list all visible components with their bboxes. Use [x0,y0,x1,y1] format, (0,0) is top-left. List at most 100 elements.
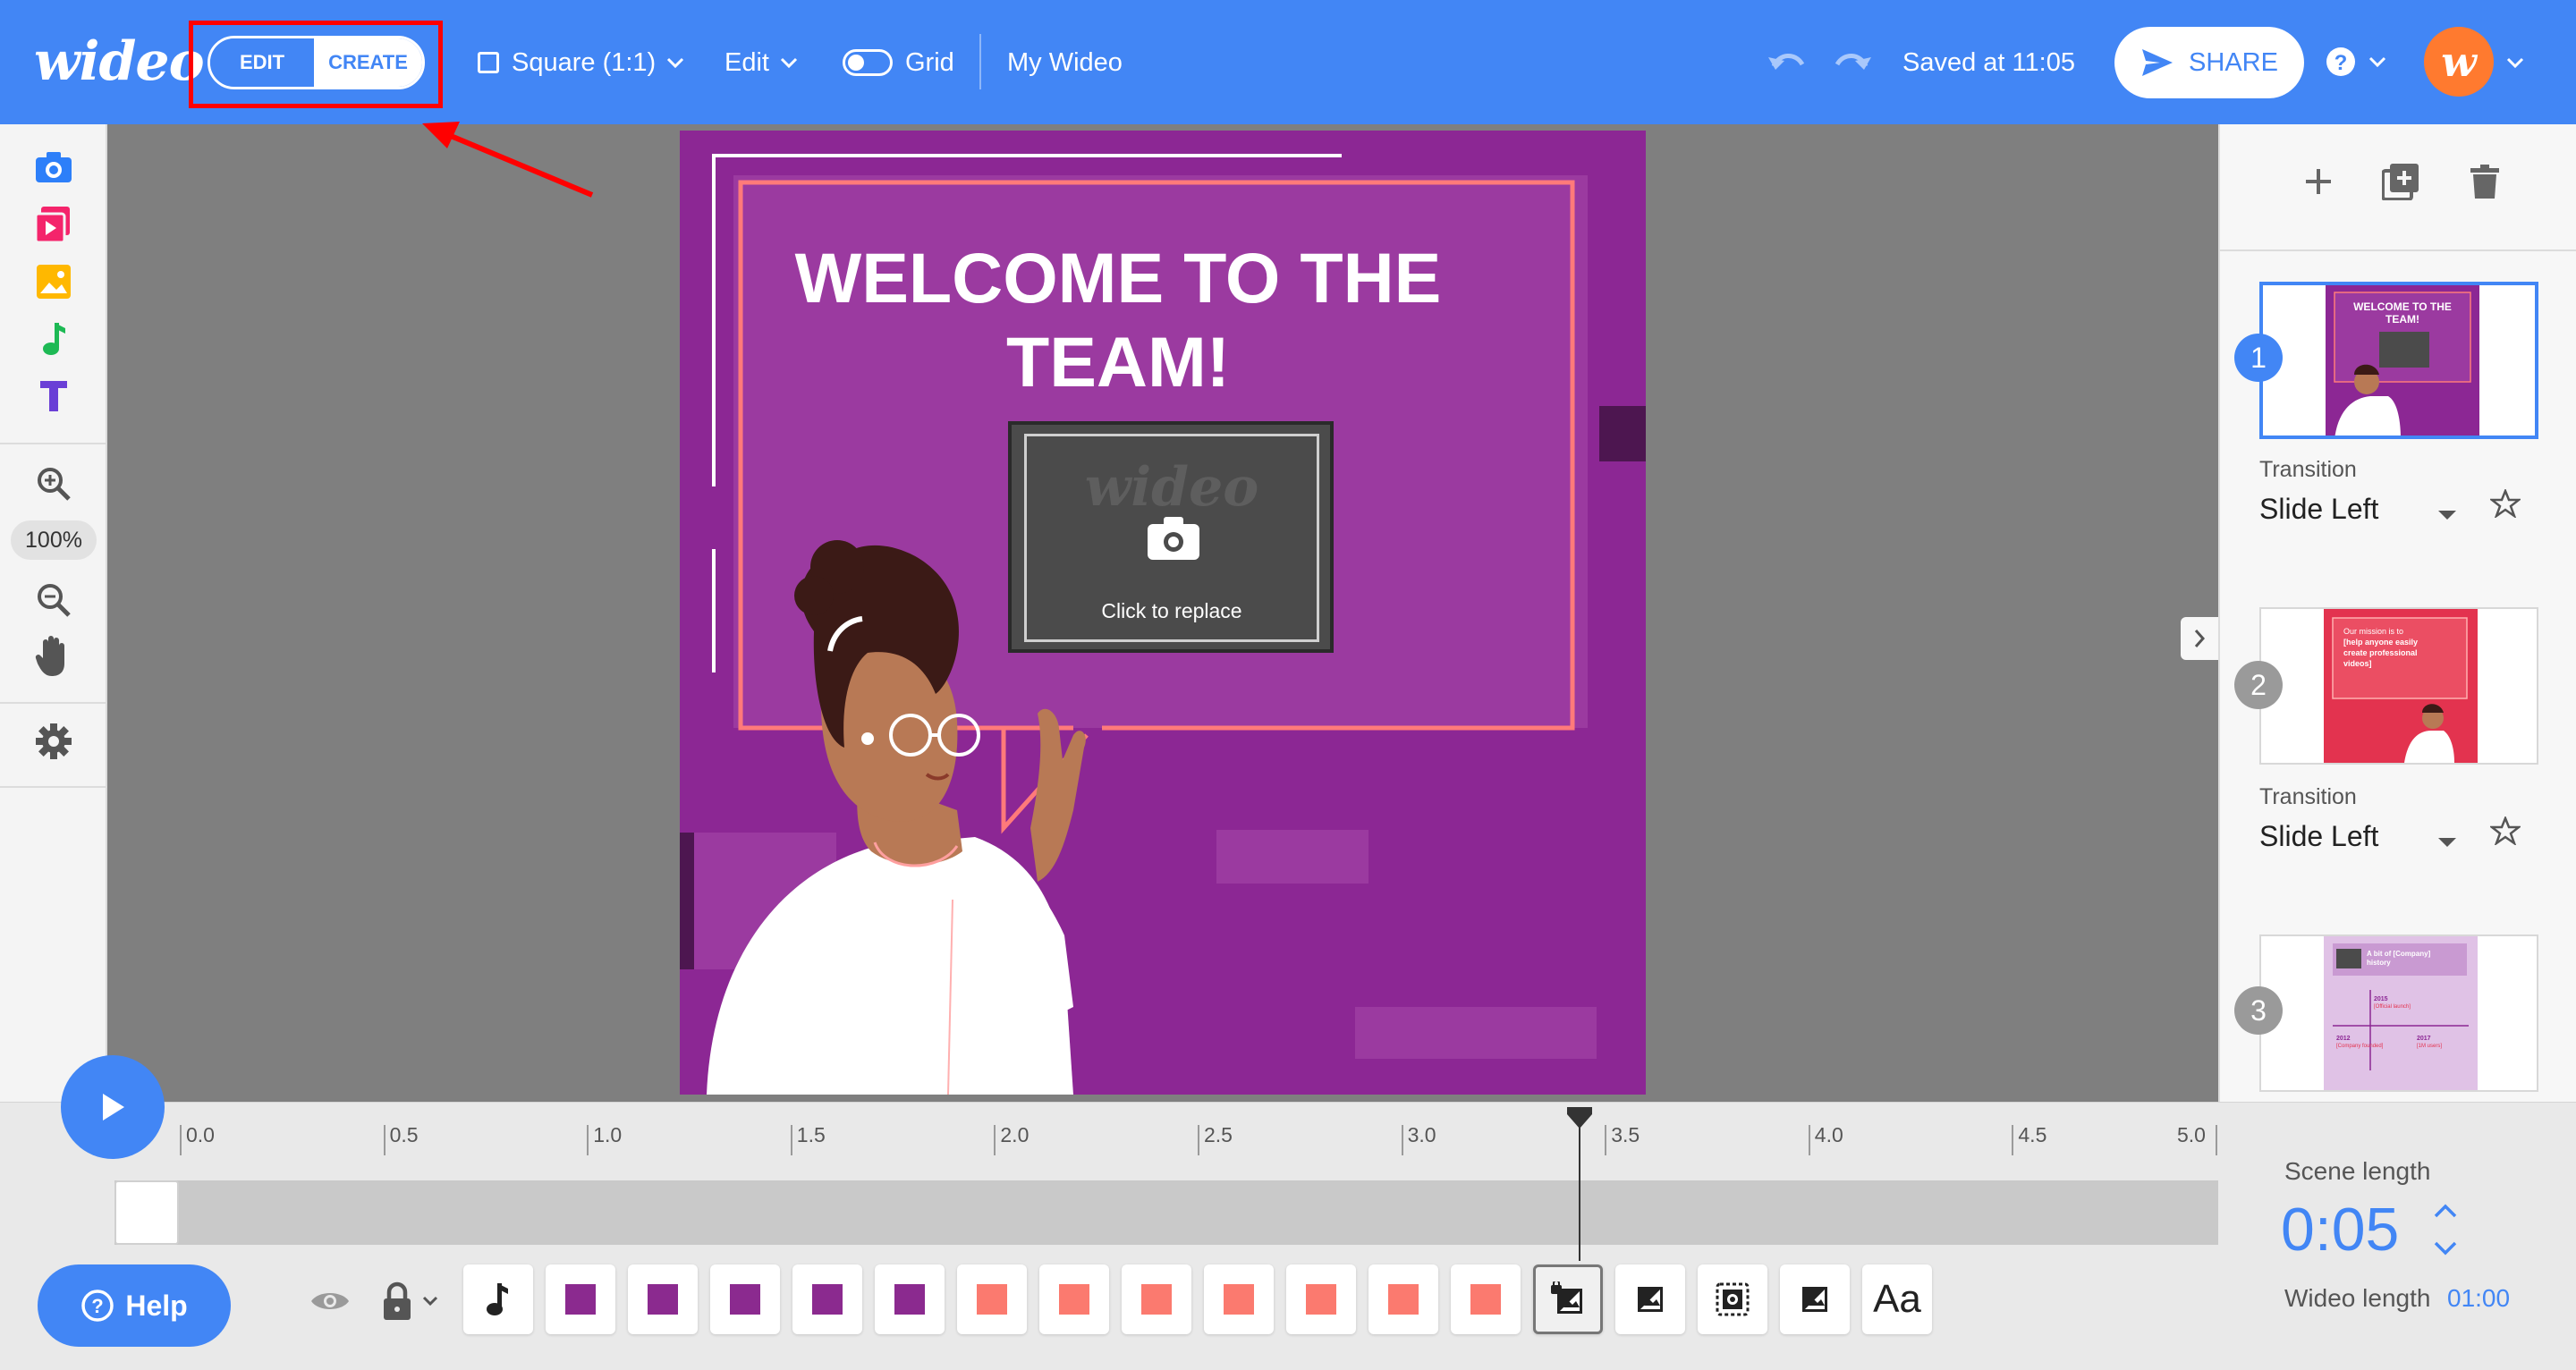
mode-create-button[interactable]: CREATE [314,38,422,87]
scene-thumbnail-3-preview: A bit of [Company] history 2015 [Officia… [2324,936,2478,1090]
undo-icon[interactable] [1767,47,1808,77]
send-icon [2142,49,2174,76]
plus-icon [2306,169,2331,194]
play-button[interactable] [61,1055,165,1159]
help-button[interactable]: ? Help [38,1264,231,1347]
timeline-tick-label: 3.0 [1407,1123,1436,1146]
svg-text:2017: 2017 [2417,1036,2431,1042]
playhead-handle[interactable] [1565,1105,1594,1130]
layer-shape-coral[interactable] [1122,1264,1191,1334]
camera-tool[interactable] [32,146,75,189]
project-title[interactable]: My Wideo [1007,43,1123,82]
redo-icon[interactable] [1832,47,1873,77]
layer-shape-coral[interactable] [957,1264,1027,1334]
image-locked-icon [1550,1281,1586,1317]
layer-swatch [1224,1284,1254,1315]
visibility-toggle[interactable] [309,1277,351,1325]
duplicate-scene-button[interactable] [2379,160,2422,203]
layer-text[interactable]: Aa [1862,1264,1932,1334]
format-dropdown[interactable]: Square (1:1) [478,43,684,82]
delete-scene-button[interactable] [2463,160,2506,203]
layer-shape-purple[interactable] [792,1264,862,1334]
layer-shape-purple[interactable] [628,1264,698,1334]
scene-thumbnail-3[interactable]: A bit of [Company] history 2015 [Officia… [2259,934,2538,1092]
grid-toggle[interactable]: Grid [843,43,954,82]
layer-shape-coral[interactable] [1368,1264,1438,1334]
share-button[interactable]: SHARE [2114,27,2304,98]
layer-shape-purple[interactable] [710,1264,780,1334]
music-tool[interactable] [32,317,75,360]
scene-length-stepper[interactable] [2433,1202,2458,1264]
layer-text-label: Aa [1873,1277,1921,1321]
star-icon[interactable] [2490,489,2521,518]
layer-shape-coral[interactable] [1286,1264,1356,1334]
playhead-line [1579,1118,1580,1261]
wideo-length-value[interactable]: 01:00 [2447,1284,2510,1313]
duplicate-icon [2382,164,2419,200]
star-icon[interactable] [2490,816,2521,845]
chevron-down-icon [422,1296,438,1307]
mode-edit-button[interactable]: EDIT [210,38,314,87]
image-tool[interactable] [32,260,75,303]
scene-thumbnail-1-preview: WELCOME TO THE TEAM! [2326,285,2479,436]
scene-thumbnail-2[interactable]: Our mission is to [help anyone easily cr… [2259,607,2538,765]
svg-text:TEAM!: TEAM! [2385,313,2419,326]
zoom-level[interactable]: 100% [11,520,97,560]
caret-down-icon[interactable] [2438,511,2456,520]
scene-canvas[interactable]: WELCOME TO THE TEAM! wideo Click to repl… [680,131,1646,1095]
left-toolbar: 100% [0,124,107,1102]
timeline-track[interactable] [114,1180,2218,1245]
timeline-tick [1198,1125,1199,1155]
layer-shape-coral[interactable] [1039,1264,1109,1334]
scene-length-value[interactable]: 0:05 [2281,1195,2399,1264]
panel-collapse-button[interactable] [2181,617,2218,660]
chevron-down-icon [780,57,798,68]
chevron-down-icon [2368,56,2386,67]
layer-shape-coral[interactable] [1204,1264,1274,1334]
format-label: Square (1:1) [512,47,657,77]
edit-menu[interactable]: Edit [724,43,798,82]
panel-divider [2220,249,2576,251]
chevron-down-icon[interactable] [2506,57,2524,68]
toolbar-divider [0,702,107,704]
grid-switch[interactable] [843,49,893,76]
saved-status: Saved at 11:05 [1902,47,2075,77]
settings-button[interactable] [32,720,75,763]
help-menu[interactable]: ? [2326,47,2386,77]
caret-down-icon[interactable] [2438,838,2456,847]
toolbar-divider [979,34,981,89]
share-label: SHARE [2189,47,2278,77]
scene-title[interactable]: WELCOME TO THE TEAM! [769,236,1467,404]
add-scene-button[interactable] [2297,160,2340,203]
chevron-right-icon [2194,630,2206,647]
layer-shape-coral[interactable] [1451,1264,1521,1334]
transition-select[interactable]: Slide Left [2259,820,2378,853]
timeline-tick [2012,1125,2014,1155]
layer-shape-purple[interactable] [875,1264,945,1334]
scene-thumbnail-1[interactable]: WELCOME TO THE TEAM! [2259,282,2538,439]
scene-number-2: 2 [2234,661,2283,709]
lock-toggle[interactable] [381,1277,438,1325]
timeline-tick [587,1125,589,1155]
layer-image-frame[interactable] [1698,1264,1767,1334]
layer-image[interactable] [1780,1264,1850,1334]
layer-shape-purple[interactable] [546,1264,615,1334]
avatar[interactable]: w [2424,27,2494,97]
timeline-tick [383,1125,386,1155]
wideo-logo[interactable]: wideo [34,30,205,93]
timeline-track-handle[interactable] [114,1180,179,1245]
transition-select[interactable]: Slide Left [2259,493,2378,526]
zoom-in-button[interactable] [32,462,75,505]
image-placeholder[interactable]: wideo Click to replace [1008,421,1334,653]
pan-tool[interactable] [32,634,75,677]
layer-image-locked[interactable] [1533,1264,1603,1334]
scene-thumbnail-1-text: WELCOME TO THE [2353,300,2452,313]
scene-thumbnail-2-preview: Our mission is to [help anyone easily cr… [2324,609,2478,763]
text-tool[interactable] [32,375,75,418]
mode-toggle[interactable]: EDIT CREATE [208,36,425,89]
scene-number-1: 1 [2234,334,2283,382]
layer-image[interactable] [1615,1264,1685,1334]
layer-music[interactable] [463,1264,533,1334]
video-tool[interactable] [32,203,75,246]
zoom-out-button[interactable] [32,579,75,622]
